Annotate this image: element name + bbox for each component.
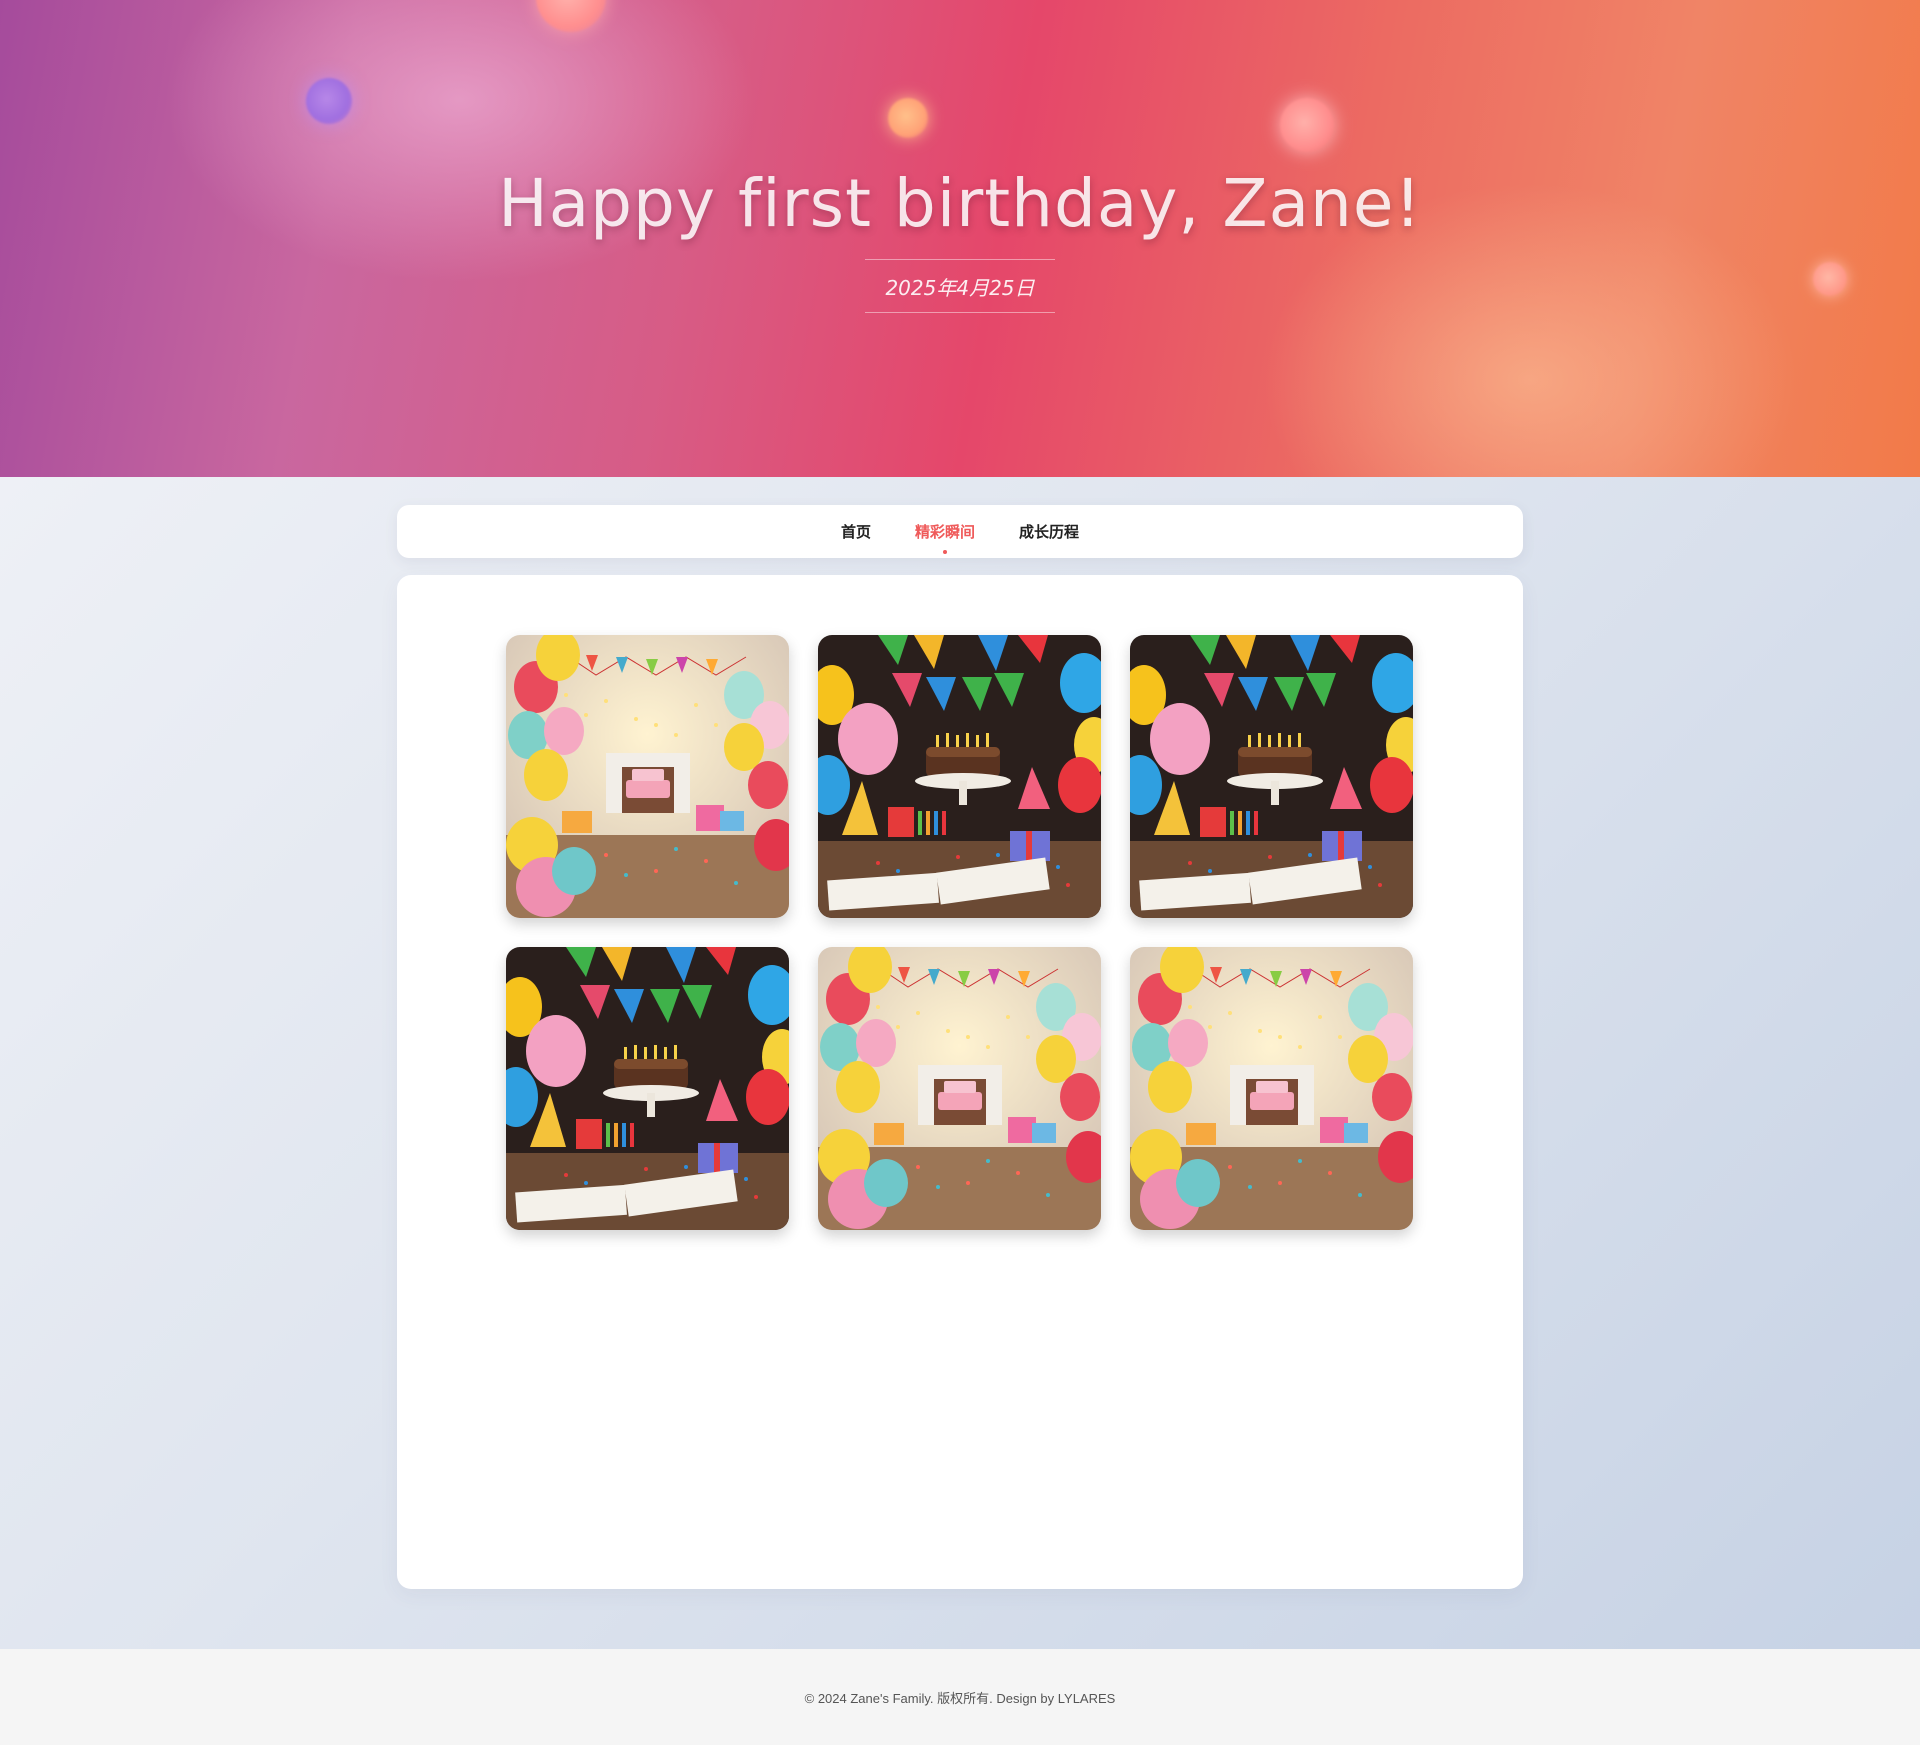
decorative-bubble xyxy=(306,78,352,124)
happy-birthday-banner-cake-photo[interactable] xyxy=(818,635,1101,918)
footer: © 2024 Zane's Family. 版权所有. Design by LY… xyxy=(0,1649,1920,1745)
decorative-bubble xyxy=(536,0,606,32)
hero-date-box: 2025年4月25日 xyxy=(865,259,1055,313)
nav-item-highlights[interactable]: 精彩瞬间 xyxy=(915,517,975,554)
living-room-party-photo[interactable] xyxy=(818,947,1101,1230)
hero-title: Happy first birthday, Zane! xyxy=(498,165,1422,242)
nav-item-home[interactable]: 首页 xyxy=(841,517,871,546)
happy-birthday-banner-cake-photo[interactable] xyxy=(1130,635,1413,918)
page: Happy first birthday, Zane! 2025年4月25日 首… xyxy=(0,0,1920,1745)
decorative-bubble xyxy=(888,98,928,138)
hero-banner: Happy first birthday, Zane! 2025年4月25日 xyxy=(0,0,1920,477)
hero-date: 2025年4月25日 xyxy=(885,275,1035,300)
main-nav: 首页 精彩瞬间 成长历程 xyxy=(397,505,1523,558)
decorative-bubble xyxy=(1813,262,1847,296)
nav-item-growth[interactable]: 成长历程 xyxy=(1019,517,1079,546)
happy-birthday-banner-cake-photo[interactable] xyxy=(506,947,789,1230)
decorative-bubble xyxy=(1280,98,1334,152)
living-room-party-photo[interactable] xyxy=(506,635,789,918)
content-panel xyxy=(397,575,1523,1589)
photo-gallery xyxy=(506,635,1413,1230)
living-room-party-photo[interactable] xyxy=(1130,947,1413,1230)
footer-copyright: © 2024 Zane's Family. 版权所有. Design by LY… xyxy=(804,1690,1116,1706)
